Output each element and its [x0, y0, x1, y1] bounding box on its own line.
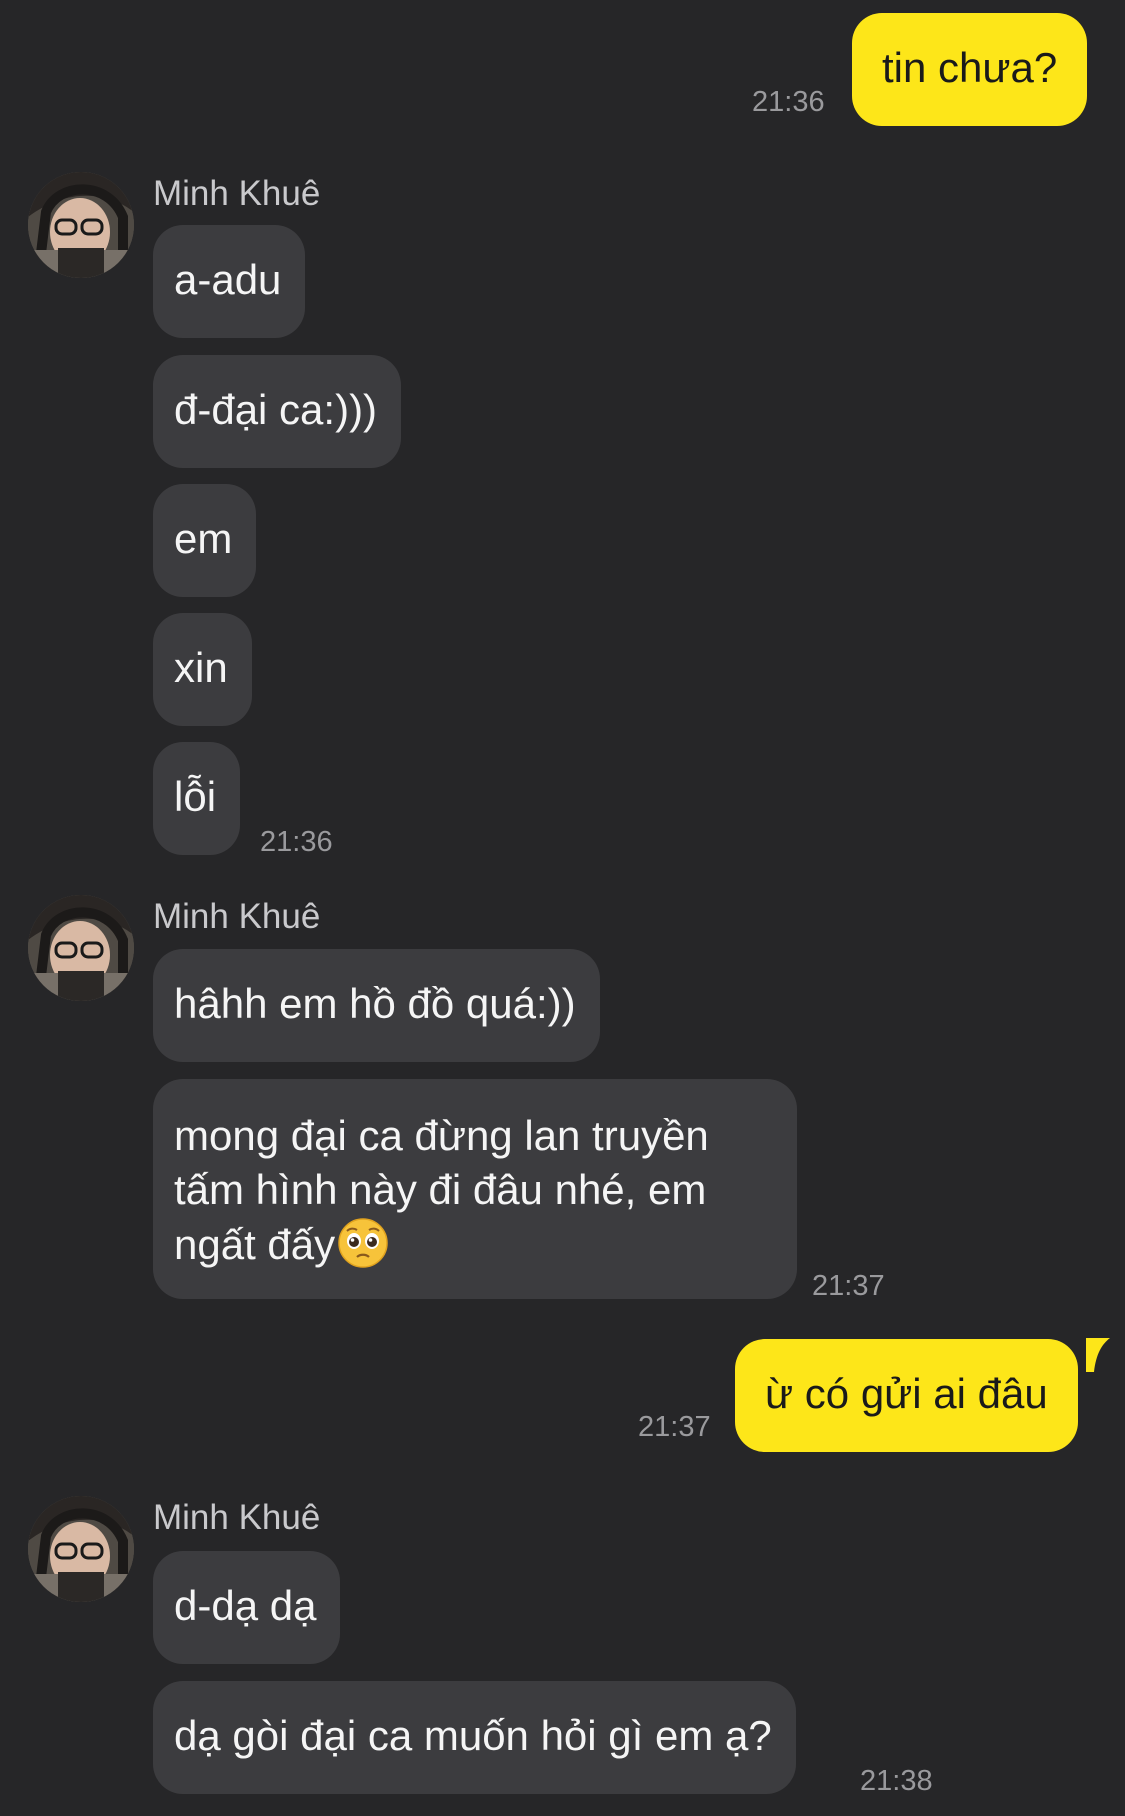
message-timestamp: 21:36 — [752, 86, 825, 118]
sender-name: Minh Khuê — [153, 1498, 321, 1537]
incoming-message-bubble[interactable]: mong đại ca đừng lan truyền tấm hình này… — [153, 1079, 797, 1299]
outgoing-message-bubble[interactable]: tin chưa? — [852, 13, 1088, 126]
outgoing-message-bubble[interactable]: ừ có gửi ai đâu — [735, 1339, 1078, 1452]
message-timestamp: 21:37 — [812, 1270, 885, 1302]
incoming-message-bubble[interactable]: hâhh em hồ đồ quá:)) — [153, 949, 600, 1062]
message-text: dạ gòi đại ca muốn hỏi gì em ạ? — [174, 1712, 772, 1759]
message-text: em — [174, 515, 233, 562]
message-timestamp: 21:37 — [638, 1411, 711, 1443]
incoming-message-bubble[interactable]: a-adu — [153, 225, 306, 338]
incoming-message-bubble[interactable]: d-dạ dạ — [153, 1551, 341, 1664]
avatar-photo-icon — [28, 172, 134, 278]
sender-avatar[interactable] — [28, 1496, 134, 1602]
incoming-message-bubble[interactable]: dạ gòi đại ca muốn hỏi gì em ạ? — [153, 1681, 796, 1794]
message-text: tin chưa? — [882, 44, 1058, 91]
message-text: xin — [174, 644, 228, 691]
message-text: d-dạ dạ — [174, 1582, 317, 1629]
incoming-message-bubble[interactable]: xin — [153, 613, 252, 726]
avatar-photo-icon — [28, 1496, 134, 1602]
sender-name: Minh Khuê — [153, 897, 321, 936]
sender-avatar[interactable] — [28, 895, 134, 1001]
message-text: mong đại ca đừng lan truyền tấm hình này… — [174, 1112, 709, 1268]
message-text: đ-đại ca:))) — [174, 386, 378, 433]
incoming-message-bubble[interactable]: em — [153, 484, 257, 597]
message-text: a-adu — [174, 256, 282, 303]
incoming-message-bubble[interactable]: lỗi — [153, 742, 241, 855]
pleading-face-emoji-icon — [338, 1218, 388, 1268]
message-timestamp: 21:36 — [260, 826, 333, 858]
bubble-tail — [1086, 1338, 1110, 1372]
message-text: hâhh em hồ đồ quá:)) — [174, 980, 576, 1027]
avatar-photo-icon — [28, 895, 134, 1001]
incoming-message-bubble[interactable]: đ-đại ca:))) — [153, 355, 402, 468]
sender-avatar[interactable] — [28, 172, 134, 278]
sender-name: Minh Khuê — [153, 174, 321, 213]
message-text: lỗi — [174, 773, 217, 820]
message-timestamp: 21:38 — [860, 1765, 933, 1797]
chat-thread[interactable]: 21:36 tin chưa? Minh Khuê a-adu đ-đại ca… — [0, 0, 1125, 1816]
message-text: ừ có gửi ai đâu — [765, 1370, 1048, 1417]
